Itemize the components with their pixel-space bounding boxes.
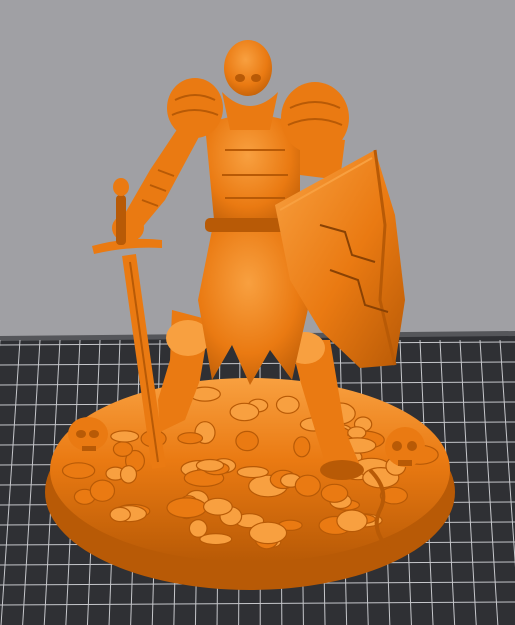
- knight-pauldron-left: [167, 78, 223, 138]
- cobblestone: [112, 441, 134, 458]
- model-base: [45, 378, 455, 590]
- cobblestone: [110, 430, 140, 443]
- cobblestone: [336, 509, 368, 533]
- cobblestone: [347, 426, 367, 440]
- cobblestone: [294, 474, 321, 497]
- cobblestone: [275, 395, 300, 414]
- cobblestone: [202, 497, 233, 516]
- cobblestone: [199, 532, 233, 546]
- cobblestone: [109, 506, 131, 523]
- skull-right: [385, 427, 425, 467]
- cobblestone: [61, 462, 96, 480]
- skull-left: [68, 417, 108, 451]
- cobblestone: [248, 521, 288, 545]
- cobblestone: [320, 483, 349, 503]
- cobblestone: [293, 436, 311, 458]
- cobblestone: [229, 402, 260, 422]
- cobblestone: [166, 497, 208, 519]
- sword-pommel: [113, 178, 129, 196]
- cobblestone: [236, 466, 269, 479]
- slicer-3d-viewport[interactable]: [0, 0, 515, 625]
- cobblestone: [119, 465, 138, 484]
- cobblestone: [195, 458, 225, 472]
- cobblestone: [235, 430, 259, 452]
- cobblestone: [177, 432, 204, 445]
- cobblestone: [89, 479, 116, 502]
- cobblestone: [188, 519, 208, 538]
- sword-grip: [116, 195, 126, 245]
